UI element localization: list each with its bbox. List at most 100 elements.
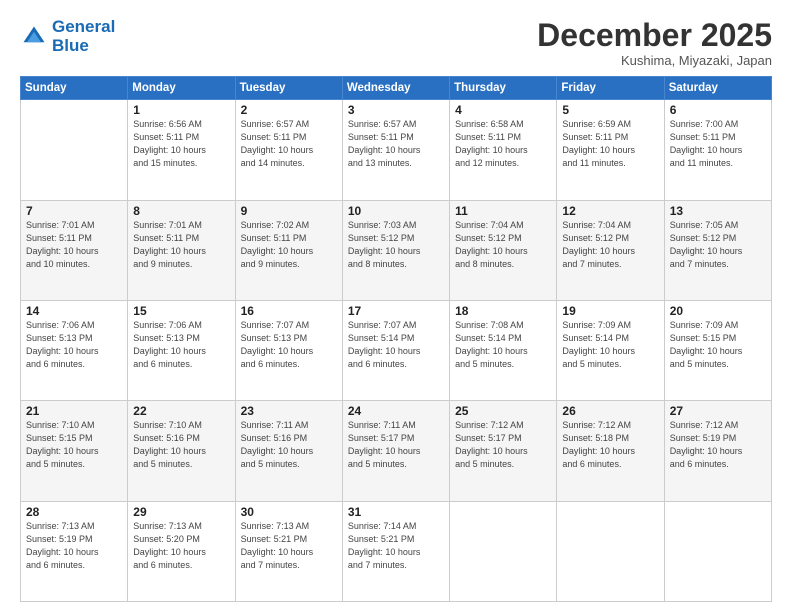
day-info: Sunrise: 7:05 AM Sunset: 5:12 PM Dayligh… [670, 219, 766, 271]
day-info: Sunrise: 7:07 AM Sunset: 5:13 PM Dayligh… [241, 319, 337, 371]
col-tuesday: Tuesday [235, 77, 342, 100]
table-row: 4Sunrise: 6:58 AM Sunset: 5:11 PM Daylig… [450, 100, 557, 200]
calendar-week-row: 28Sunrise: 7:13 AM Sunset: 5:19 PM Dayli… [21, 501, 772, 601]
day-number: 6 [670, 103, 766, 117]
day-info: Sunrise: 7:13 AM Sunset: 5:21 PM Dayligh… [241, 520, 337, 572]
table-row: 27Sunrise: 7:12 AM Sunset: 5:19 PM Dayli… [664, 401, 771, 501]
table-row: 31Sunrise: 7:14 AM Sunset: 5:21 PM Dayli… [342, 501, 449, 601]
calendar-table: Sunday Monday Tuesday Wednesday Thursday… [20, 76, 772, 602]
month-title: December 2025 [537, 18, 772, 53]
day-number: 12 [562, 204, 658, 218]
day-number: 30 [241, 505, 337, 519]
col-saturday: Saturday [664, 77, 771, 100]
day-info: Sunrise: 7:09 AM Sunset: 5:14 PM Dayligh… [562, 319, 658, 371]
table-row: 19Sunrise: 7:09 AM Sunset: 5:14 PM Dayli… [557, 300, 664, 400]
day-info: Sunrise: 7:10 AM Sunset: 5:16 PM Dayligh… [133, 419, 229, 471]
header: General Blue December 2025 Kushima, Miya… [20, 18, 772, 68]
title-block: December 2025 Kushima, Miyazaki, Japan [537, 18, 772, 68]
page: General Blue December 2025 Kushima, Miya… [0, 0, 792, 612]
table-row: 3Sunrise: 6:57 AM Sunset: 5:11 PM Daylig… [342, 100, 449, 200]
day-info: Sunrise: 7:12 AM Sunset: 5:19 PM Dayligh… [670, 419, 766, 471]
day-info: Sunrise: 6:57 AM Sunset: 5:11 PM Dayligh… [348, 118, 444, 170]
day-info: Sunrise: 7:00 AM Sunset: 5:11 PM Dayligh… [670, 118, 766, 170]
table-row: 28Sunrise: 7:13 AM Sunset: 5:19 PM Dayli… [21, 501, 128, 601]
day-info: Sunrise: 7:11 AM Sunset: 5:16 PM Dayligh… [241, 419, 337, 471]
day-number: 27 [670, 404, 766, 418]
day-number: 25 [455, 404, 551, 418]
col-monday: Monday [128, 77, 235, 100]
day-info: Sunrise: 7:08 AM Sunset: 5:14 PM Dayligh… [455, 319, 551, 371]
day-info: Sunrise: 7:13 AM Sunset: 5:20 PM Dayligh… [133, 520, 229, 572]
day-number: 28 [26, 505, 122, 519]
day-info: Sunrise: 7:12 AM Sunset: 5:17 PM Dayligh… [455, 419, 551, 471]
logo-text: General Blue [52, 18, 115, 55]
table-row: 8Sunrise: 7:01 AM Sunset: 5:11 PM Daylig… [128, 200, 235, 300]
day-info: Sunrise: 6:59 AM Sunset: 5:11 PM Dayligh… [562, 118, 658, 170]
day-number: 15 [133, 304, 229, 318]
day-number: 3 [348, 103, 444, 117]
table-row: 26Sunrise: 7:12 AM Sunset: 5:18 PM Dayli… [557, 401, 664, 501]
table-row: 29Sunrise: 7:13 AM Sunset: 5:20 PM Dayli… [128, 501, 235, 601]
table-row: 7Sunrise: 7:01 AM Sunset: 5:11 PM Daylig… [21, 200, 128, 300]
day-info: Sunrise: 7:09 AM Sunset: 5:15 PM Dayligh… [670, 319, 766, 371]
day-number: 8 [133, 204, 229, 218]
day-number: 26 [562, 404, 658, 418]
table-row: 24Sunrise: 7:11 AM Sunset: 5:17 PM Dayli… [342, 401, 449, 501]
logo-icon [20, 23, 48, 51]
day-number: 16 [241, 304, 337, 318]
table-row: 25Sunrise: 7:12 AM Sunset: 5:17 PM Dayli… [450, 401, 557, 501]
day-info: Sunrise: 6:57 AM Sunset: 5:11 PM Dayligh… [241, 118, 337, 170]
table-row [557, 501, 664, 601]
day-number: 20 [670, 304, 766, 318]
table-row: 30Sunrise: 7:13 AM Sunset: 5:21 PM Dayli… [235, 501, 342, 601]
day-info: Sunrise: 6:58 AM Sunset: 5:11 PM Dayligh… [455, 118, 551, 170]
logo-line1: General [52, 17, 115, 36]
day-info: Sunrise: 7:14 AM Sunset: 5:21 PM Dayligh… [348, 520, 444, 572]
table-row: 11Sunrise: 7:04 AM Sunset: 5:12 PM Dayli… [450, 200, 557, 300]
table-row: 12Sunrise: 7:04 AM Sunset: 5:12 PM Dayli… [557, 200, 664, 300]
col-wednesday: Wednesday [342, 77, 449, 100]
table-row: 22Sunrise: 7:10 AM Sunset: 5:16 PM Dayli… [128, 401, 235, 501]
table-row: 13Sunrise: 7:05 AM Sunset: 5:12 PM Dayli… [664, 200, 771, 300]
calendar-week-row: 7Sunrise: 7:01 AM Sunset: 5:11 PM Daylig… [21, 200, 772, 300]
table-row: 23Sunrise: 7:11 AM Sunset: 5:16 PM Dayli… [235, 401, 342, 501]
table-row: 21Sunrise: 7:10 AM Sunset: 5:15 PM Dayli… [21, 401, 128, 501]
table-row: 10Sunrise: 7:03 AM Sunset: 5:12 PM Dayli… [342, 200, 449, 300]
location-subtitle: Kushima, Miyazaki, Japan [537, 53, 772, 68]
day-number: 19 [562, 304, 658, 318]
table-row: 1Sunrise: 6:56 AM Sunset: 5:11 PM Daylig… [128, 100, 235, 200]
day-info: Sunrise: 7:03 AM Sunset: 5:12 PM Dayligh… [348, 219, 444, 271]
col-friday: Friday [557, 77, 664, 100]
table-row: 17Sunrise: 7:07 AM Sunset: 5:14 PM Dayli… [342, 300, 449, 400]
day-info: Sunrise: 7:10 AM Sunset: 5:15 PM Dayligh… [26, 419, 122, 471]
day-number: 24 [348, 404, 444, 418]
day-number: 29 [133, 505, 229, 519]
table-row: 16Sunrise: 7:07 AM Sunset: 5:13 PM Dayli… [235, 300, 342, 400]
col-thursday: Thursday [450, 77, 557, 100]
col-sunday: Sunday [21, 77, 128, 100]
table-row [664, 501, 771, 601]
day-number: 23 [241, 404, 337, 418]
day-number: 21 [26, 404, 122, 418]
day-number: 17 [348, 304, 444, 318]
day-number: 7 [26, 204, 122, 218]
table-row: 9Sunrise: 7:02 AM Sunset: 5:11 PM Daylig… [235, 200, 342, 300]
calendar-week-row: 14Sunrise: 7:06 AM Sunset: 5:13 PM Dayli… [21, 300, 772, 400]
calendar-week-row: 21Sunrise: 7:10 AM Sunset: 5:15 PM Dayli… [21, 401, 772, 501]
table-row: 2Sunrise: 6:57 AM Sunset: 5:11 PM Daylig… [235, 100, 342, 200]
table-row [21, 100, 128, 200]
logo-line2: Blue [52, 37, 115, 56]
table-row: 6Sunrise: 7:00 AM Sunset: 5:11 PM Daylig… [664, 100, 771, 200]
day-info: Sunrise: 7:06 AM Sunset: 5:13 PM Dayligh… [133, 319, 229, 371]
calendar-week-row: 1Sunrise: 6:56 AM Sunset: 5:11 PM Daylig… [21, 100, 772, 200]
day-info: Sunrise: 7:06 AM Sunset: 5:13 PM Dayligh… [26, 319, 122, 371]
table-row [450, 501, 557, 601]
day-number: 1 [133, 103, 229, 117]
day-info: Sunrise: 7:04 AM Sunset: 5:12 PM Dayligh… [562, 219, 658, 271]
day-info: Sunrise: 7:12 AM Sunset: 5:18 PM Dayligh… [562, 419, 658, 471]
day-info: Sunrise: 7:07 AM Sunset: 5:14 PM Dayligh… [348, 319, 444, 371]
day-info: Sunrise: 7:04 AM Sunset: 5:12 PM Dayligh… [455, 219, 551, 271]
table-row: 20Sunrise: 7:09 AM Sunset: 5:15 PM Dayli… [664, 300, 771, 400]
day-info: Sunrise: 6:56 AM Sunset: 5:11 PM Dayligh… [133, 118, 229, 170]
day-number: 9 [241, 204, 337, 218]
